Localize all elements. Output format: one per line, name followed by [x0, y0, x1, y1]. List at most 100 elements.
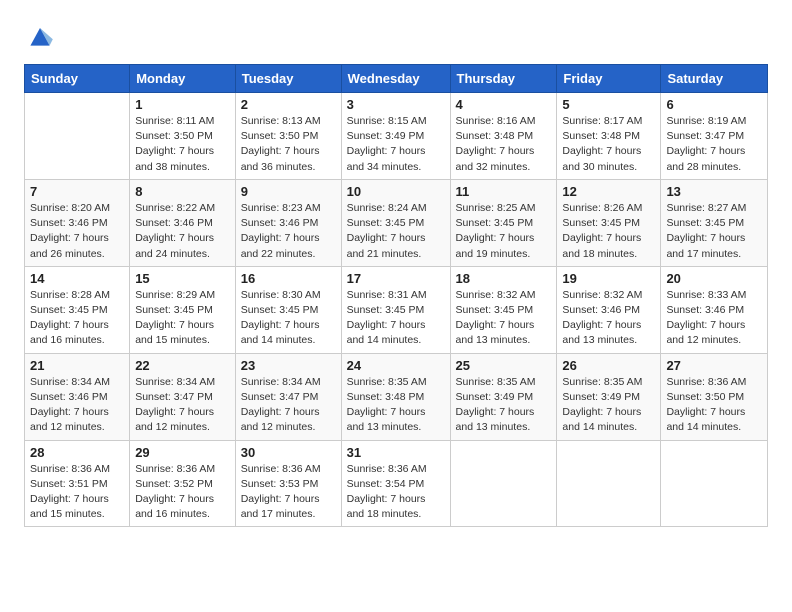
calendar-cell: 2Sunrise: 8:13 AM Sunset: 3:50 PM Daylig… [235, 93, 341, 180]
day-info: Sunrise: 8:34 AM Sunset: 3:47 PM Dayligh… [241, 375, 336, 436]
day-info: Sunrise: 8:16 AM Sunset: 3:48 PM Dayligh… [456, 114, 552, 175]
day-info: Sunrise: 8:15 AM Sunset: 3:49 PM Dayligh… [347, 114, 445, 175]
week-row-5: 28 Sunrise: 8:36 AM Sunset: 3:51 PM Dayli… [25, 440, 768, 527]
day-info: Sunrise: 8:11 AM Sunset: 3:50 PM Dayligh… [135, 114, 230, 175]
day-info: Sunrise: 8:25 AM Sunset: 3:45 PM Dayligh… [456, 201, 552, 262]
day-number: 5 [562, 97, 655, 112]
calendar-cell: 14 Sunrise: 8:28 AM Sunset: 3:45 PM Dayli… [25, 266, 130, 353]
day-header-tuesday: Tuesday [235, 65, 341, 93]
day-info: Sunrise: 8:23 AM Sunset: 3:46 PM Dayligh… [241, 201, 336, 262]
day-number: 16 [241, 271, 336, 286]
day-info: Sunrise: 8:31 AM Sunset: 3:45 PM Dayligh… [347, 288, 445, 349]
calendar-cell: 12 Sunrise: 8:26 AM Sunset: 3:45 PM Dayli… [557, 179, 661, 266]
calendar-cell: 22 Sunrise: 8:34 AM Sunset: 3:47 PM Dayli… [130, 353, 236, 440]
day-number: 2 [241, 97, 336, 112]
page-header [24, 20, 768, 52]
calendar-cell: 23 Sunrise: 8:34 AM Sunset: 3:47 PM Dayli… [235, 353, 341, 440]
day-number: 18 [456, 271, 552, 286]
calendar-cell: 16 Sunrise: 8:30 AM Sunset: 3:45 PM Dayli… [235, 266, 341, 353]
day-number: 22 [135, 358, 230, 373]
calendar-cell: 27 Sunrise: 8:36 AM Sunset: 3:50 PM Dayli… [661, 353, 768, 440]
day-number: 19 [562, 271, 655, 286]
day-number: 26 [562, 358, 655, 373]
day-info: Sunrise: 8:33 AM Sunset: 3:46 PM Dayligh… [666, 288, 762, 349]
day-number: 14 [30, 271, 124, 286]
calendar-cell: 10 Sunrise: 8:24 AM Sunset: 3:45 PM Dayli… [341, 179, 450, 266]
calendar-cell: 7 Sunrise: 8:20 AM Sunset: 3:46 PM Daylig… [25, 179, 130, 266]
day-number: 8 [135, 184, 230, 199]
day-number: 10 [347, 184, 445, 199]
calendar-cell: 18 Sunrise: 8:32 AM Sunset: 3:45 PM Dayli… [450, 266, 557, 353]
calendar-cell: 5 Sunrise: 8:17 AM Sunset: 3:48 PM Daylig… [557, 93, 661, 180]
day-number: 11 [456, 184, 552, 199]
day-number: 1 [135, 97, 230, 112]
calendar-cell: 15 Sunrise: 8:29 AM Sunset: 3:45 PM Dayli… [130, 266, 236, 353]
calendar-cell [661, 440, 768, 527]
calendar-cell [25, 93, 130, 180]
day-info: Sunrise: 8:22 AM Sunset: 3:46 PM Dayligh… [135, 201, 230, 262]
week-row-3: 14 Sunrise: 8:28 AM Sunset: 3:45 PM Dayli… [25, 266, 768, 353]
day-number: 15 [135, 271, 230, 286]
day-info: Sunrise: 8:32 AM Sunset: 3:45 PM Dayligh… [456, 288, 552, 349]
day-number: 3 [347, 97, 445, 112]
calendar-table: SundayMondayTuesdayWednesdayThursdayFrid… [24, 64, 768, 527]
day-header-monday: Monday [130, 65, 236, 93]
day-info: Sunrise: 8:17 AM Sunset: 3:48 PM Dayligh… [562, 114, 655, 175]
calendar-cell: 31Sunrise: 8:36 AM Sunset: 3:54 PM Dayli… [341, 440, 450, 527]
day-number: 27 [666, 358, 762, 373]
day-info: Sunrise: 8:30 AM Sunset: 3:45 PM Dayligh… [241, 288, 336, 349]
calendar-cell: 13 Sunrise: 8:27 AM Sunset: 3:45 PM Dayli… [661, 179, 768, 266]
day-number: 13 [666, 184, 762, 199]
day-info: Sunrise: 8:34 AM Sunset: 3:46 PM Dayligh… [30, 375, 124, 436]
day-info: Sunrise: 8:32 AM Sunset: 3:46 PM Dayligh… [562, 288, 655, 349]
day-info: Sunrise: 8:19 AM Sunset: 3:47 PM Dayligh… [666, 114, 762, 175]
calendar-cell [450, 440, 557, 527]
day-info: Sunrise: 8:29 AM Sunset: 3:45 PM Dayligh… [135, 288, 230, 349]
day-number: 28 [30, 445, 124, 460]
calendar-cell: 1 Sunrise: 8:11 AM Sunset: 3:50 PM Daylig… [130, 93, 236, 180]
day-number: 7 [30, 184, 124, 199]
day-info: Sunrise: 8:34 AM Sunset: 3:47 PM Dayligh… [135, 375, 230, 436]
day-number: 25 [456, 358, 552, 373]
day-header-friday: Friday [557, 65, 661, 93]
calendar-cell: 11 Sunrise: 8:25 AM Sunset: 3:45 PM Dayli… [450, 179, 557, 266]
day-number: 20 [666, 271, 762, 286]
calendar-cell [557, 440, 661, 527]
day-number: 12 [562, 184, 655, 199]
day-info: Sunrise: 8:36 AM Sunset: 3:50 PM Dayligh… [666, 375, 762, 436]
day-info: Sunrise: 8:36 AM Sunset: 3:51 PM Dayligh… [30, 462, 124, 523]
calendar-cell: 24Sunrise: 8:35 AM Sunset: 3:48 PM Dayli… [341, 353, 450, 440]
day-info: Sunrise: 8:20 AM Sunset: 3:46 PM Dayligh… [30, 201, 124, 262]
day-info: Sunrise: 8:35 AM Sunset: 3:48 PM Dayligh… [347, 375, 445, 436]
day-number: 29 [135, 445, 230, 460]
day-info: Sunrise: 8:35 AM Sunset: 3:49 PM Dayligh… [562, 375, 655, 436]
day-info: Sunrise: 8:35 AM Sunset: 3:49 PM Dayligh… [456, 375, 552, 436]
day-info: Sunrise: 8:24 AM Sunset: 3:45 PM Dayligh… [347, 201, 445, 262]
day-header-sunday: Sunday [25, 65, 130, 93]
calendar-cell: 28 Sunrise: 8:36 AM Sunset: 3:51 PM Dayli… [25, 440, 130, 527]
calendar-cell: 21 Sunrise: 8:34 AM Sunset: 3:46 PM Dayli… [25, 353, 130, 440]
calendar-cell: 29Sunrise: 8:36 AM Sunset: 3:52 PM Dayli… [130, 440, 236, 527]
day-number: 23 [241, 358, 336, 373]
day-info: Sunrise: 8:27 AM Sunset: 3:45 PM Dayligh… [666, 201, 762, 262]
calendar-cell: 4 Sunrise: 8:16 AM Sunset: 3:48 PM Daylig… [450, 93, 557, 180]
calendar-cell: 20 Sunrise: 8:33 AM Sunset: 3:46 PM Dayli… [661, 266, 768, 353]
calendar-cell: 25 Sunrise: 8:35 AM Sunset: 3:49 PM Dayli… [450, 353, 557, 440]
day-number: 30 [241, 445, 336, 460]
day-info: Sunrise: 8:28 AM Sunset: 3:45 PM Dayligh… [30, 288, 124, 349]
day-info: Sunrise: 8:36 AM Sunset: 3:54 PM Dayligh… [347, 462, 445, 523]
calendar-cell: 8 Sunrise: 8:22 AM Sunset: 3:46 PM Daylig… [130, 179, 236, 266]
week-row-2: 7 Sunrise: 8:20 AM Sunset: 3:46 PM Daylig… [25, 179, 768, 266]
day-header-wednesday: Wednesday [341, 65, 450, 93]
day-header-thursday: Thursday [450, 65, 557, 93]
logo-icon [24, 20, 56, 52]
day-number: 21 [30, 358, 124, 373]
day-info: Sunrise: 8:36 AM Sunset: 3:53 PM Dayligh… [241, 462, 336, 523]
calendar-cell: 30 Sunrise: 8:36 AM Sunset: 3:53 PM Dayli… [235, 440, 341, 527]
day-number: 4 [456, 97, 552, 112]
day-info: Sunrise: 8:26 AM Sunset: 3:45 PM Dayligh… [562, 201, 655, 262]
day-number: 17 [347, 271, 445, 286]
calendar-cell: 9Sunrise: 8:23 AM Sunset: 3:46 PM Daylig… [235, 179, 341, 266]
day-number: 6 [666, 97, 762, 112]
week-row-4: 21 Sunrise: 8:34 AM Sunset: 3:46 PM Dayli… [25, 353, 768, 440]
